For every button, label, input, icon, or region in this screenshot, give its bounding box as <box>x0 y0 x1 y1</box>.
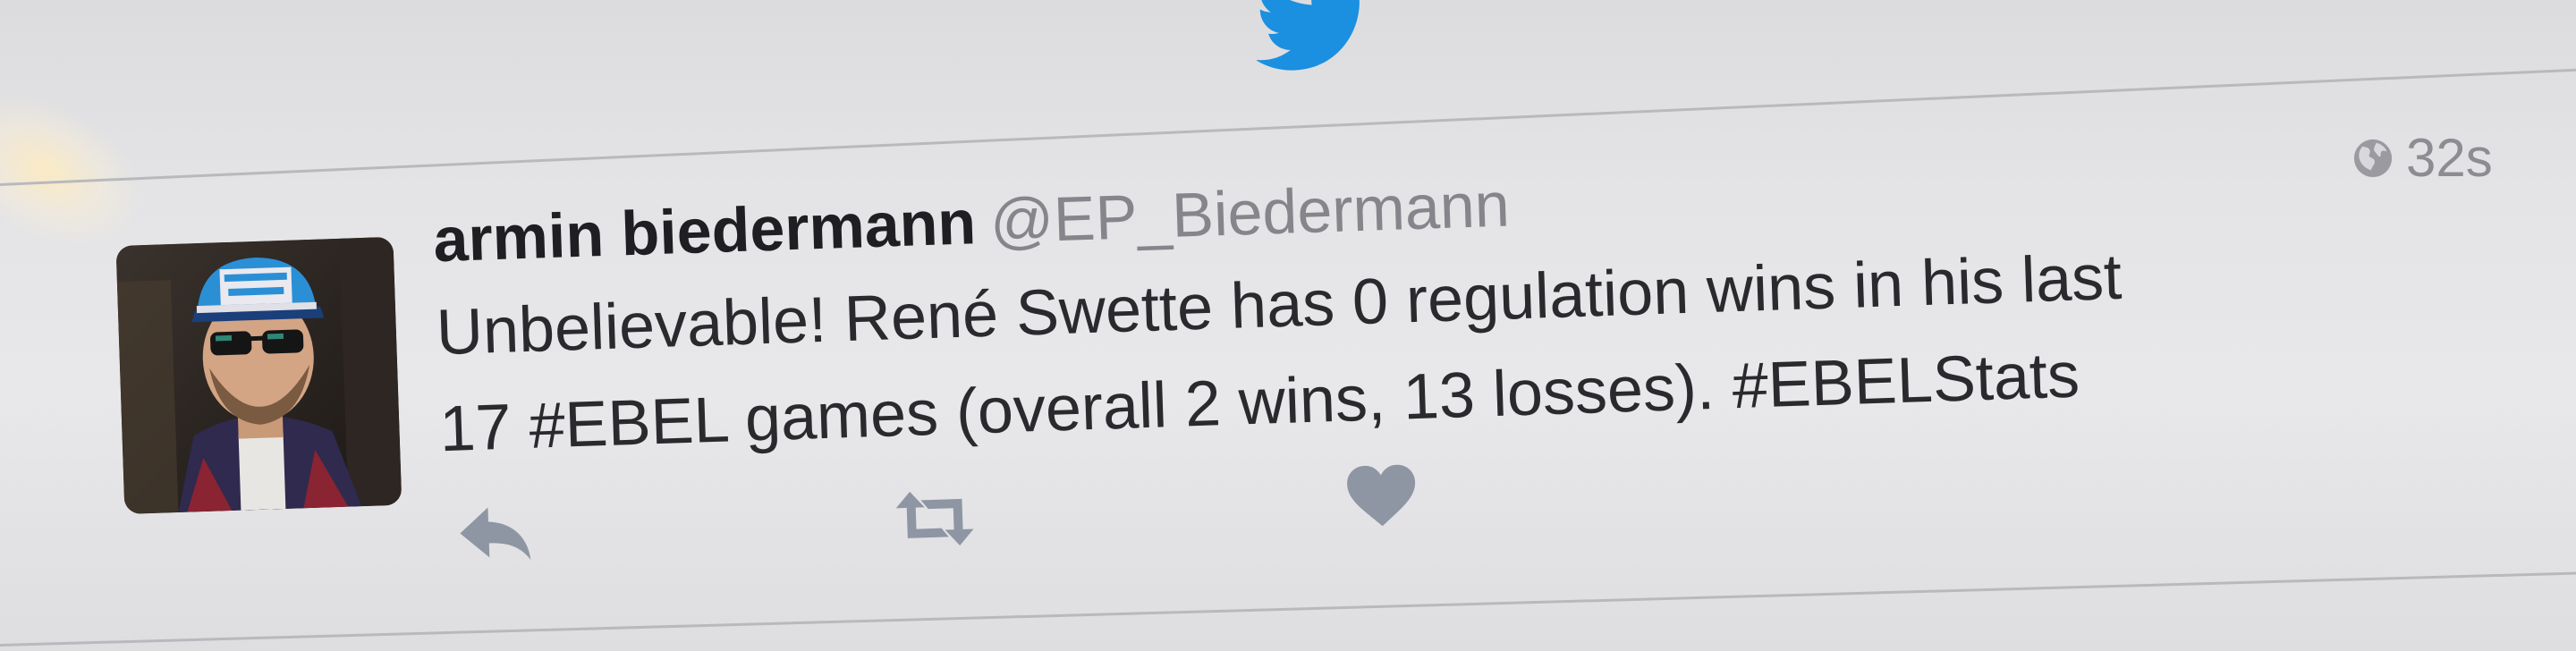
heart-icon[interactable] <box>1344 462 1418 529</box>
tweet[interactable]: armin biedermann @EP_Biedermann Unbelieva… <box>0 0 2576 651</box>
reply-icon[interactable] <box>455 501 534 566</box>
retweet-icon[interactable] <box>894 486 976 551</box>
author-handle[interactable]: @EP_Biedermann <box>989 169 1511 256</box>
tweet-actions <box>455 464 1530 584</box>
author-name[interactable]: armin biedermann <box>432 187 977 275</box>
avatar[interactable] <box>115 236 402 514</box>
